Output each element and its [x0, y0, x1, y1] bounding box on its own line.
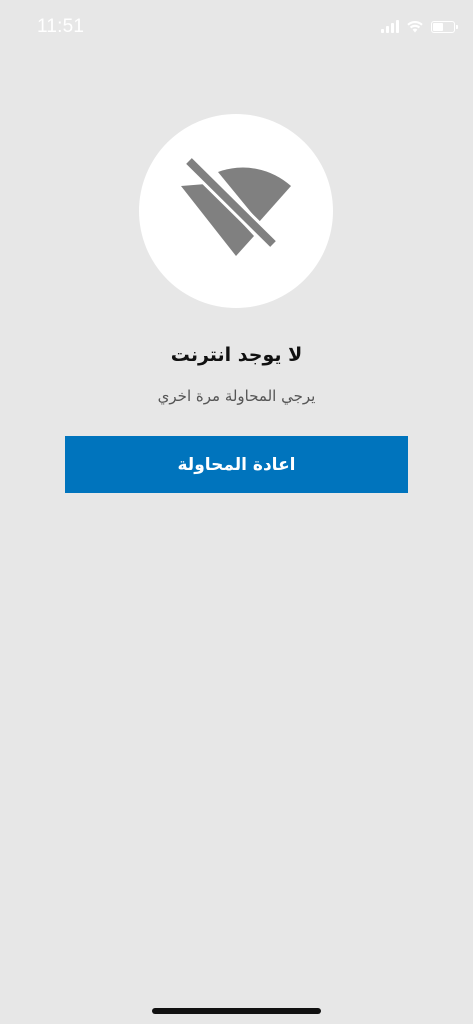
retry-hint-text: يرجي المحاولة مرة اخري	[157, 387, 316, 405]
wifi-icon	[407, 20, 423, 32]
cellular-signal-icon	[381, 20, 399, 33]
battery-icon	[431, 20, 458, 33]
status-icons	[381, 20, 458, 33]
status-bar: 11:51	[0, 0, 473, 56]
offline-icon-circle	[139, 114, 333, 308]
status-time: 11:51	[37, 16, 85, 37]
wifi-off-icon	[181, 156, 291, 256]
no-internet-title: لا يوجد انترنت	[170, 344, 303, 366]
battery-level-fill	[433, 22, 443, 31]
home-indicator[interactable]	[152, 1008, 321, 1014]
retry-button[interactable]: اعادة المحاولة	[65, 436, 408, 493]
